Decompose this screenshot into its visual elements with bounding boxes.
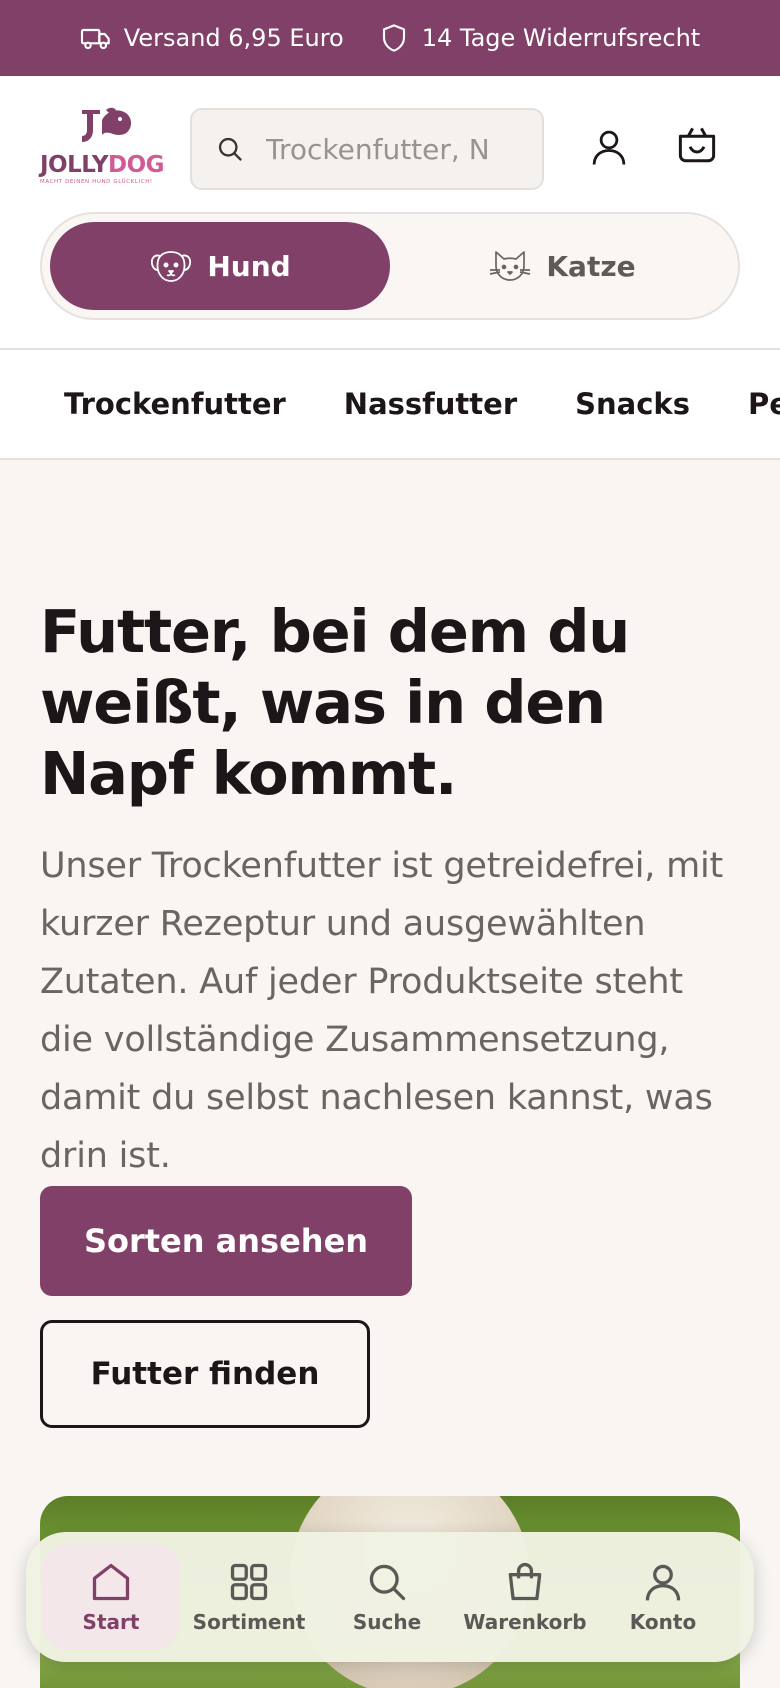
pet-type-toggle: Hund Katze (40, 212, 740, 320)
toggle-dog-label: Hund (207, 249, 291, 283)
nav-start[interactable]: Start (42, 1544, 180, 1650)
search-icon (369, 1564, 406, 1601)
category-nav: Trockenfutter Nassfutter Snacks Peptide (0, 348, 780, 460)
account-icon[interactable] (588, 126, 630, 168)
hero-title: Futter, bei dem du weißt, was in den Nap… (40, 597, 630, 808)
dog-logo-icon (82, 107, 132, 142)
category-snacks[interactable]: Snacks (575, 387, 690, 421)
returns-info: 14 Tage Widerrufsrecht (378, 22, 700, 54)
toggle-cat-label: Katze (546, 249, 636, 283)
nav-warenkorb-label: Warenkorb (463, 1610, 587, 1634)
truck-icon (80, 28, 110, 50)
nav-start-label: Start (82, 1610, 140, 1634)
nav-sortiment[interactable]: Sortiment (180, 1544, 318, 1650)
dog-face-icon (151, 251, 192, 282)
jollydog-logo[interactable]: JOLLYDOG MACHT DEINEN HUND GLÜCKLICH! (40, 106, 172, 186)
logo-tagline: MACHT DEINEN HUND GLÜCKLICH! (40, 179, 153, 185)
bottom-nav: Start Sortiment Suche Warenkorb Konto (26, 1532, 754, 1662)
category-nassfutter[interactable]: Nassfutter (344, 387, 517, 421)
bag-icon (508, 1562, 542, 1601)
cart-icon[interactable] (676, 124, 718, 166)
nav-suche[interactable]: Suche (318, 1544, 456, 1650)
shield-icon (382, 24, 405, 52)
toggle-cat[interactable]: Katze (392, 222, 732, 310)
home-icon (92, 1563, 130, 1601)
category-trockenfutter[interactable]: Trockenfutter (64, 387, 286, 421)
logo-wordmark: JOLLYDOG (40, 152, 165, 178)
hero-section: Futter, bei dem du weißt, was in den Nap… (40, 596, 740, 1185)
category-peptide[interactable]: Peptide (748, 387, 780, 421)
view-varieties-button[interactable]: Sorten ansehen (40, 1186, 412, 1296)
toggle-dog[interactable]: Hund (50, 222, 390, 310)
returns-text: 14 Tage Widerrufsrecht (421, 24, 701, 52)
site-header: JOLLYDOG MACHT DEINEN HUND GLÜCKLICH! Hu… (0, 76, 780, 349)
promo-bar: Versand 6,95 Euro 14 Tage Widerrufsrecht (0, 0, 780, 76)
search-icon (218, 137, 242, 161)
nav-sortiment-label: Sortiment (192, 1610, 306, 1634)
nav-warenkorb[interactable]: Warenkorb (456, 1544, 594, 1650)
cat-face-icon (490, 251, 531, 281)
user-icon (645, 1564, 681, 1601)
search-input[interactable] (266, 132, 516, 166)
hero-text: Unser Trockenfutter ist getreidefrei, mi… (40, 846, 724, 1176)
grid-icon (230, 1563, 268, 1601)
shipping-info: Versand 6,95 Euro (80, 22, 344, 54)
shipping-text: Versand 6,95 Euro (123, 24, 344, 52)
nav-suche-label: Suche (352, 1610, 422, 1634)
find-food-button[interactable]: Futter finden (40, 1320, 370, 1428)
nav-konto-label: Konto (629, 1610, 697, 1634)
nav-konto[interactable]: Konto (594, 1544, 732, 1650)
search-box[interactable] (190, 108, 544, 190)
